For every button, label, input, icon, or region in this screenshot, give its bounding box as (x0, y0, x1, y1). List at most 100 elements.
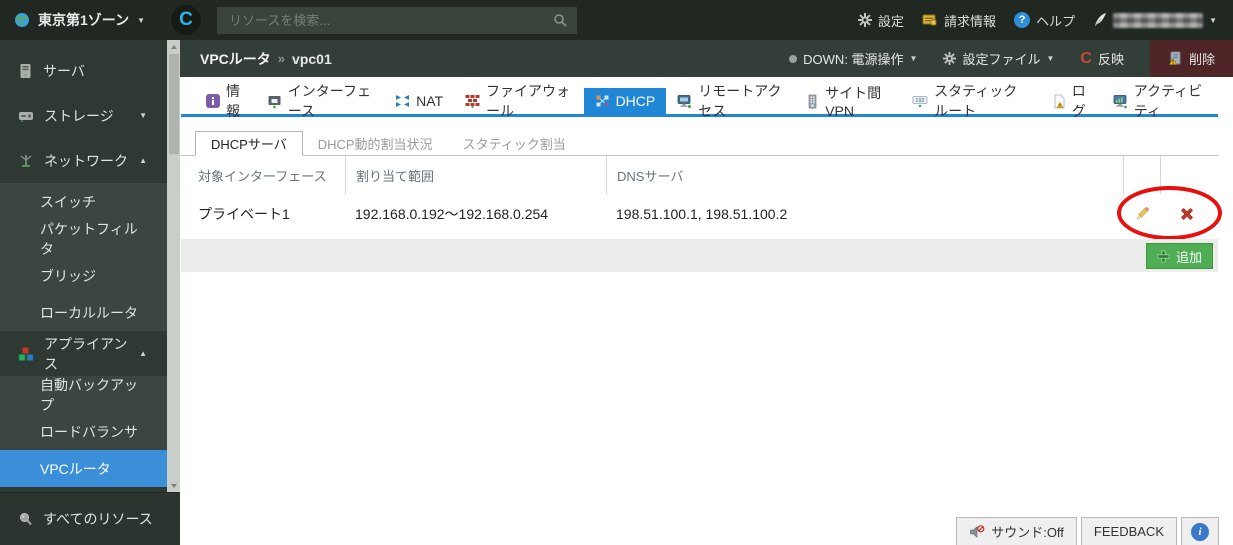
sidebar-item-switch[interactable]: スイッチ (0, 183, 167, 220)
chevron-up-icon: ▲ (139, 349, 147, 358)
tab-label: DHCP (615, 93, 656, 109)
tab-firewall[interactable]: ファイアウォール (454, 83, 584, 119)
sidebar-item-appliance[interactable]: アプライアンス ▲ (0, 331, 167, 376)
remote-access-icon (677, 94, 692, 109)
subtab-static-assign[interactable]: スタティック割当 (448, 131, 581, 155)
search-icon[interactable] (553, 13, 567, 27)
subtab-label: DHCP動的割当状況 (317, 136, 433, 152)
static-route-icon: 192 (912, 94, 928, 108)
feedback-button[interactable]: FEEDBACK (1080, 517, 1177, 545)
scrollbar-thumb[interactable] (168, 54, 179, 154)
breadcrumb-parent[interactable]: VPCルータ (200, 49, 271, 69)
sidebar-item-auto-backup[interactable]: 自動バックアップ (0, 376, 167, 413)
settings-menu[interactable]: 設定 (858, 11, 904, 30)
tab-interface[interactable]: インターフェース (256, 83, 384, 119)
tab-activity[interactable]: アクティビティ (1102, 83, 1218, 119)
tab-log[interactable]: ログ (1042, 83, 1102, 119)
column-header-edit (1123, 156, 1160, 194)
interface-icon (267, 94, 282, 109)
pencil-icon (1133, 205, 1151, 223)
server-icon (18, 63, 33, 79)
tab-label: リモートアクセス (698, 83, 782, 119)
help-label: ヘルプ (1036, 13, 1076, 29)
table-row: プライベート1 192.168.0.192〜192.168.0.254 198.… (181, 194, 1218, 234)
sidebar-item-label: 自動バックアップ (40, 376, 138, 413)
magnifier-icon (18, 512, 33, 527)
sidebar-item-all-resources[interactable]: すべてのリソース (0, 492, 180, 545)
row-delete-button[interactable] (1177, 204, 1197, 224)
scroll-down-icon[interactable] (167, 479, 180, 492)
dhcp-icon (595, 94, 610, 108)
config-file-label: 設定ファイル (962, 52, 1041, 67)
zone-label: 東京第1ゾーン (38, 12, 130, 28)
cell-dns: 198.51.100.1, 198.51.100.2 (616, 206, 788, 222)
sidebar-item-storage[interactable]: ストレージ ▼ (0, 93, 167, 138)
resource-action-bar: VPCルータ » vpc01 DOWN: 電源操作 ▼ 設定ファイル ▼ C 反… (180, 40, 1233, 77)
building-icon (806, 94, 819, 109)
breadcrumb-separator: » (277, 51, 286, 66)
tab-info[interactable]: 情報 (195, 83, 256, 119)
info-button[interactable]: i (1181, 517, 1219, 545)
reload-icon: C (1080, 49, 1092, 67)
chevron-down-icon: ▼ (909, 54, 918, 63)
tab-label: ファイアウォール (486, 83, 571, 119)
subtab-dhcp-server[interactable]: DHCPサーバ (195, 131, 303, 156)
zone-selector[interactable]: 東京第1ゾーン ▼ (14, 10, 145, 30)
firewall-icon (465, 94, 480, 108)
actionbar-right: DOWN: 電源操作 ▼ 設定ファイル ▼ C 反映 削除 (789, 40, 1233, 77)
sound-toggle-button[interactable]: サウンド:Off (956, 517, 1077, 545)
user-menu[interactable]: ▼ (1093, 12, 1217, 28)
delete-x-icon (1179, 206, 1195, 222)
chevron-down-icon: ▼ (1046, 54, 1055, 63)
sidebar-scrollbar[interactable] (167, 40, 180, 492)
tab-static-route[interactable]: 192 スタティックルート (901, 83, 1042, 119)
add-button[interactable]: 追加 (1145, 243, 1213, 269)
subtab-label: DHCPサーバ (211, 137, 287, 152)
sidebar-item-local-router[interactable]: ローカルルータ (0, 294, 167, 331)
tab-dhcp[interactable]: DHCP (583, 88, 667, 114)
sidebar-item-label: ブリッジ (40, 267, 96, 284)
sidebar-item-label: すべてのリソース (43, 511, 153, 527)
sidebar-item-bridge[interactable]: ブリッジ (0, 257, 167, 294)
log-icon (1053, 94, 1066, 109)
dhcp-subtabs: DHCPサーバ DHCP動的割当状況 スタティック割当 (181, 131, 1218, 156)
tab-label: インターフェース (287, 83, 371, 119)
cloud-logo[interactable]: C (171, 5, 202, 35)
sidebar-item-label: パケットフィルタ (40, 220, 138, 257)
subtab-dhcp-dynamic[interactable]: DHCP動的割当状況 (303, 131, 448, 155)
delete-button[interactable]: 削除 (1149, 40, 1233, 77)
config-file-menu[interactable]: 設定ファイル ▼ (943, 49, 1054, 68)
scroll-up-icon[interactable] (167, 40, 180, 53)
chevron-down-icon: ▼ (139, 111, 147, 120)
sidebar-item-load-balancer[interactable]: ロードバランサ (0, 413, 167, 450)
row-edit-button[interactable] (1131, 203, 1153, 225)
sidebar-item-label: スイッチ (40, 193, 96, 210)
power-menu[interactable]: DOWN: 電源操作 ▼ (789, 49, 917, 68)
footer-buttons: サウンド:Off FEEDBACK i (956, 517, 1219, 545)
tab-remote-access[interactable]: リモートアクセス (666, 83, 795, 119)
sidebar-item-label: VPCルータ (40, 460, 111, 477)
tab-nat[interactable]: NAT (384, 88, 454, 114)
power-label: DOWN: 電源操作 (803, 52, 904, 67)
resource-search[interactable] (217, 6, 578, 34)
sidebar-item-server[interactable]: サーバ (0, 48, 167, 93)
storage-icon (18, 108, 34, 124)
cell-interface: プライベート1 (198, 206, 290, 222)
dhcp-server-table: 対象インターフェース 割り当て範囲 DNSサーバ プライベート1 192.168… (181, 156, 1218, 234)
help-menu[interactable]: ? ヘルプ (1014, 11, 1075, 30)
apply-button[interactable]: C 反映 (1080, 49, 1124, 68)
sidebar-item-packet-filter[interactable]: パケットフィルタ (0, 220, 167, 257)
search-input[interactable] (227, 11, 554, 29)
add-button-label: 追加 (1175, 249, 1202, 265)
breadcrumb: VPCルータ » vpc01 (200, 49, 332, 69)
tab-label: ログ (1071, 83, 1086, 119)
sidebar-item-network[interactable]: ネットワーク ▲ (0, 138, 167, 183)
billing-icon (922, 13, 938, 27)
table-footer-band: 追加 (181, 239, 1218, 272)
billing-menu[interactable]: 請求情報 (922, 11, 996, 30)
username-redacted (1113, 12, 1204, 28)
column-header-interface: 対象インターフェース (198, 168, 327, 184)
tab-site-vpn[interactable]: サイト間VPN (795, 85, 901, 119)
tab-label: スタティックルート (934, 83, 1018, 119)
sidebar-item-vpc-router[interactable]: VPCルータ (0, 450, 167, 487)
